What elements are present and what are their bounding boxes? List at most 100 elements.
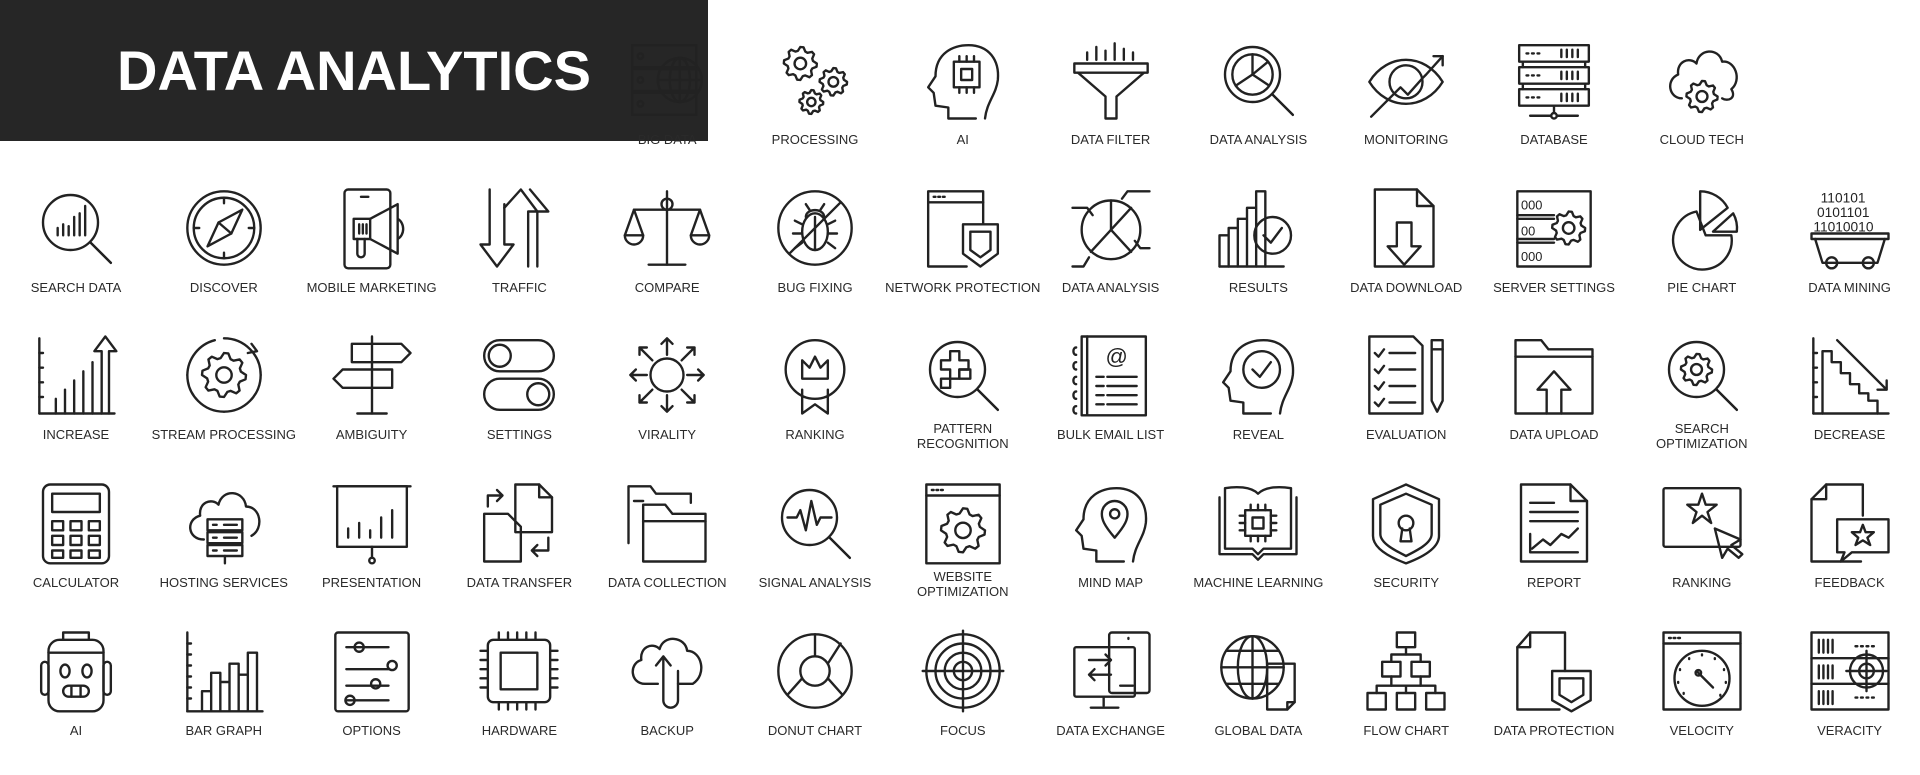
icon-tile: Cloud Tech (1628, 36, 1776, 184)
icon-label: Pattern Recognition (916, 421, 1009, 451)
compass-icon (185, 190, 262, 266)
icon-tile: Mind Map (1037, 479, 1185, 627)
icon-tile: Veracity (1776, 627, 1920, 775)
icon-tile: AI (2, 627, 150, 775)
icon-tile: Flow Chart (1332, 627, 1480, 775)
server-target-icon (1809, 631, 1890, 711)
board-chart-icon (331, 485, 412, 565)
icon-label: Decrease (1813, 427, 1886, 442)
icon-label: Data Mining (1808, 280, 1891, 295)
folders-icon (627, 485, 707, 563)
icon-tile: Data Upload (1480, 331, 1628, 479)
no-bug-icon (777, 190, 853, 266)
icon-tile: Feedback (1776, 479, 1920, 627)
cloud-server-icon (188, 492, 261, 565)
icon-label: Website Optimization (917, 569, 1009, 599)
icon-tile: Network Protection (885, 184, 1040, 332)
bars-increase-icon (38, 335, 118, 415)
icon-tile: Settings (445, 331, 593, 479)
window-gear-icon (924, 483, 1001, 565)
icon-tile: AI (889, 36, 1037, 184)
icon-tile: Ranking (741, 331, 889, 479)
signpost-icon (331, 335, 412, 415)
book-chip-icon (1218, 485, 1299, 561)
icon-tile: Bar Graph (150, 627, 298, 775)
page-title: DATA ANALYTICS (117, 39, 591, 102)
up-down-arrows-icon (479, 188, 550, 268)
mine-cart-icon: 110101010110111010010 (1809, 190, 1890, 270)
cloud-gear-icon (1668, 50, 1738, 114)
head-pin-icon (1074, 486, 1147, 563)
big-data-icon (631, 43, 704, 117)
document-chart-icon (1519, 483, 1589, 563)
icon-tile: @ Bulk Email List (1037, 331, 1185, 479)
window-shield-icon (926, 190, 999, 268)
icon-tile: Hardware (445, 627, 593, 775)
chip-icon (479, 631, 560, 711)
window-gauge-icon (1662, 631, 1742, 711)
icon-tile: Mobile Marketing (298, 184, 446, 332)
gears-icon (782, 45, 849, 116)
icon-tile: Options (298, 627, 446, 775)
sun-arrows-icon (629, 337, 706, 413)
icon-tile: Velocity (1628, 627, 1776, 775)
checklist-pencil-icon (1368, 335, 1445, 415)
icon-tile: Hosting Services (150, 479, 298, 627)
icon-tile: Monitoring (1332, 36, 1480, 184)
calculator-icon (41, 483, 111, 565)
file-shield-icon (1516, 631, 1592, 713)
flowchart-icon (1366, 631, 1446, 711)
target-icon (921, 629, 1005, 713)
cloud-backup-icon (631, 637, 703, 709)
icon-tile: Data Transfer (445, 479, 593, 627)
sliders-icon (333, 631, 410, 713)
svg-text:000: 000 (1521, 249, 1542, 264)
icon-label: Signal Analysis (758, 575, 872, 590)
donut-icon (777, 633, 853, 709)
icon-label: Search Optimization (1656, 421, 1748, 451)
icon-tile: Reveal (1184, 331, 1332, 479)
svg-text:@: @ (1105, 344, 1127, 369)
ai-head-icon (926, 43, 999, 120)
icon-tile: Machine Learning (1184, 479, 1332, 627)
icon-tile: Focus (889, 627, 1037, 775)
icon-tile: Results (1184, 184, 1332, 332)
icon-tile: Discover (150, 184, 298, 332)
icon-tile: Processing (741, 36, 889, 184)
icon-tile: Virality (593, 331, 741, 479)
server-gear-icon: 00000000 (1516, 190, 1592, 268)
magnifier-bars-icon (41, 193, 113, 265)
magnifier-gear-icon (1667, 340, 1738, 412)
bars-check-icon (1218, 190, 1293, 268)
file-star-bubble-icon (1809, 483, 1890, 563)
icon-tile: Search Optimization (1628, 331, 1776, 479)
icon-tile: Data Analysis (1184, 36, 1332, 184)
funnel-icon (1072, 42, 1149, 120)
magnifier-pattern-icon (928, 340, 999, 412)
icon-label: Ranking (785, 427, 845, 442)
screen-star-icon (1662, 486, 1744, 560)
phone-megaphone-icon (342, 188, 404, 270)
file-download-icon (1373, 188, 1435, 268)
icon-tile: Website Optimization (889, 479, 1037, 627)
icon-tile: Traffic (445, 184, 593, 332)
eye-chart-icon (1368, 54, 1445, 118)
svg-text:00: 00 (1521, 223, 1535, 238)
svg-text:0101101: 0101101 (1817, 205, 1870, 220)
icon-label: Cloud Tech (1659, 132, 1744, 147)
icon-tile: Ambiguity (298, 331, 446, 479)
icon-tile: Data Exchange (1037, 627, 1185, 775)
icon-tile: Pattern Recognition (889, 331, 1037, 479)
magnifier-pie-icon (1224, 45, 1295, 117)
icon-tile: 110101 0101101 11010010 Data Mining (1776, 184, 1920, 332)
globe-doc-icon (1220, 634, 1297, 711)
bar-graph-icon (185, 631, 264, 713)
pie-callouts-icon (1070, 190, 1151, 268)
icon-tile: Backup (593, 627, 741, 775)
icon-tile: Compare (593, 184, 741, 332)
head-check-icon (1222, 338, 1295, 415)
icon-tile: Bug Fixing (741, 184, 889, 332)
robot-icon (39, 631, 113, 713)
icon-tile: Data Filter (1037, 36, 1185, 184)
monitor-phone-icon (1072, 631, 1151, 709)
